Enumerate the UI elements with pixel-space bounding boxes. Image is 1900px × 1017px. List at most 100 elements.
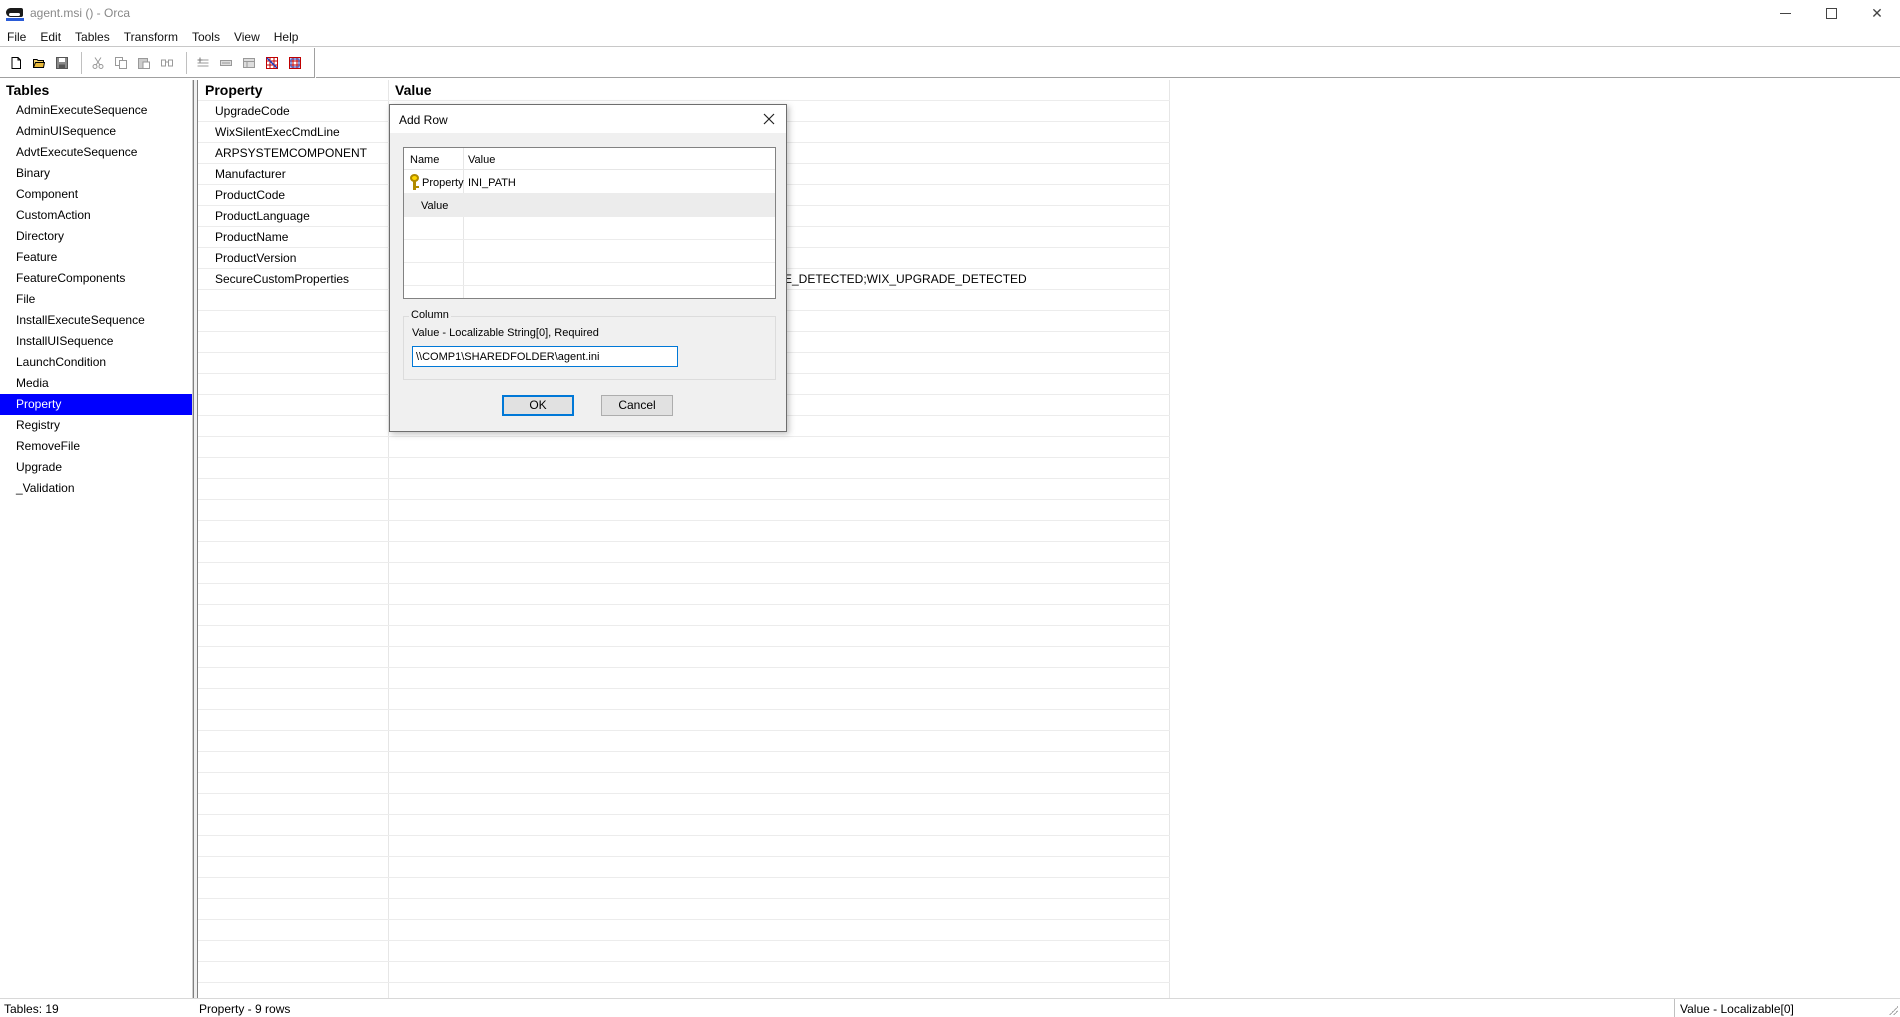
table-item-upgrade[interactable]: Upgrade [0, 457, 192, 478]
grid-row-line [198, 646, 1170, 647]
grid-row-line [198, 940, 1170, 941]
column-header-value[interactable]: Value [395, 82, 432, 98]
table-item-media[interactable]: Media [0, 373, 192, 394]
cell-property: ProductName [215, 230, 289, 244]
table-item-component[interactable]: Component [0, 184, 192, 205]
maximize-button[interactable] [1808, 0, 1854, 26]
grid-row-line [198, 919, 1170, 920]
toolbar-separator [81, 51, 82, 74]
dialog-close-button[interactable] [760, 110, 778, 128]
grid-row-line [198, 793, 1170, 794]
status-row-count: Property - 9 rows [199, 1002, 291, 1016]
add-row-dialog: Add Row Name Value Property INI_PATH Val… [389, 104, 787, 432]
grid-row-line [198, 982, 1170, 983]
field-list-header-name[interactable]: Name [410, 154, 439, 166]
title-bar: agent.msi () - Orca ✕ [0, 0, 1900, 26]
menu-tools[interactable]: Tools [185, 30, 227, 44]
toolbar [0, 47, 1900, 78]
table-item-adminuisequence[interactable]: AdminUISequence [0, 121, 192, 142]
table-item-removefile[interactable]: RemoveFile [0, 436, 192, 457]
table-item-validation[interactable]: _Validation [0, 478, 192, 499]
table-item-launchcondition[interactable]: LaunchCondition [0, 352, 192, 373]
table-item-binary[interactable]: Binary [0, 163, 192, 184]
save-button[interactable] [52, 53, 72, 73]
grid-row-line [198, 520, 1170, 521]
open-button[interactable] [29, 53, 49, 73]
column-value-input[interactable] [412, 346, 678, 367]
orca-app-icon [6, 5, 24, 21]
table-item-property[interactable]: Property [0, 394, 192, 415]
column-header-property[interactable]: Property [205, 82, 263, 98]
menu-view[interactable]: View [227, 30, 267, 44]
cancel-button[interactable]: Cancel [601, 395, 673, 416]
drop-table-icon [266, 56, 278, 69]
menu-tables[interactable]: Tables [68, 30, 117, 44]
grid-header: Property Value [198, 80, 1900, 100]
paste-button[interactable] [134, 53, 154, 73]
drop-row-button[interactable] [216, 53, 236, 73]
column-group: Column Value - Localizable String[0], Re… [403, 309, 776, 380]
table-item-feature[interactable]: Feature [0, 247, 192, 268]
find-icon [161, 59, 173, 66]
grid-row-line [198, 877, 1170, 878]
menu-bar: File Edit Tables Transform Tools View He… [0, 27, 1900, 47]
field-row-value[interactable]: Value [404, 194, 775, 217]
primary-key-icon [408, 174, 420, 190]
add-row-button[interactable] [193, 53, 213, 73]
grid-row-line [198, 709, 1170, 710]
table-item-customaction[interactable]: CustomAction [0, 205, 192, 226]
table-item-installuisequence[interactable]: InstallUISequence [0, 331, 192, 352]
menu-file[interactable]: File [0, 30, 33, 44]
menu-help[interactable]: Help [267, 30, 306, 44]
copy-button[interactable] [111, 53, 131, 73]
menu-transform[interactable]: Transform [117, 30, 185, 44]
add-table-button[interactable] [239, 53, 259, 73]
ok-button[interactable]: OK [502, 395, 574, 416]
grid-row-line [198, 856, 1170, 857]
drop-table-button[interactable] [262, 53, 282, 73]
status-bar: Tables: 19 Property - 9 rows Value - Loc… [0, 998, 1900, 1017]
field-list-header: Name Value [404, 148, 775, 170]
validate-icon [289, 56, 301, 69]
find-button[interactable] [157, 53, 177, 73]
table-item-directory[interactable]: Directory [0, 226, 192, 247]
close-window-button[interactable]: ✕ [1854, 0, 1900, 26]
cell-property: ProductVersion [215, 251, 297, 265]
cell-property: WixSilentExecCmdLine [215, 125, 340, 139]
grid-row-line [198, 772, 1170, 773]
cut-button[interactable] [88, 53, 108, 73]
tables-header: Tables [6, 82, 50, 98]
table-item-featurecomponents[interactable]: FeatureComponents [0, 268, 192, 289]
new-file-button[interactable] [6, 53, 26, 73]
grid-row-line [198, 898, 1170, 899]
table-item-advtexecutesequence[interactable]: AdvtExecuteSequence [0, 142, 192, 163]
grid-row-line [198, 751, 1170, 752]
add-row-icon [197, 57, 209, 66]
dialog-title-bar: Add Row [390, 105, 786, 133]
field-list-header-value[interactable]: Value [468, 154, 495, 166]
validate-button[interactable] [285, 53, 305, 73]
minimize-button[interactable] [1762, 0, 1808, 26]
grid-row-line [198, 583, 1170, 584]
menu-edit[interactable]: Edit [33, 30, 68, 44]
cell-property: Manufacturer [215, 167, 286, 181]
table-item-installexecutesequence[interactable]: InstallExecuteSequence [0, 310, 192, 331]
paste-icon [138, 57, 150, 69]
cell-property: ProductLanguage [215, 209, 310, 223]
toolbar-end-separator [314, 47, 316, 78]
resize-grip-icon[interactable] [1888, 1005, 1898, 1015]
window-title: agent.msi () - Orca [30, 6, 131, 20]
grid-row-line [198, 730, 1170, 731]
table-item-registry[interactable]: Registry [0, 415, 192, 436]
status-tables-count: Tables: 19 [4, 1002, 59, 1016]
field-row-property[interactable]: Property INI_PATH [404, 171, 775, 194]
table-item-file[interactable]: File [0, 289, 192, 310]
cell-property: ProductCode [215, 188, 286, 202]
window-controls: ✕ [1762, 0, 1900, 26]
save-icon [56, 56, 68, 69]
grid-row-line [198, 541, 1170, 542]
grid-row-line [198, 835, 1170, 836]
table-item-adminexecutesequence[interactable]: AdminExecuteSequence [0, 100, 192, 121]
grid-row-line [198, 436, 1170, 437]
list-item [404, 217, 775, 240]
